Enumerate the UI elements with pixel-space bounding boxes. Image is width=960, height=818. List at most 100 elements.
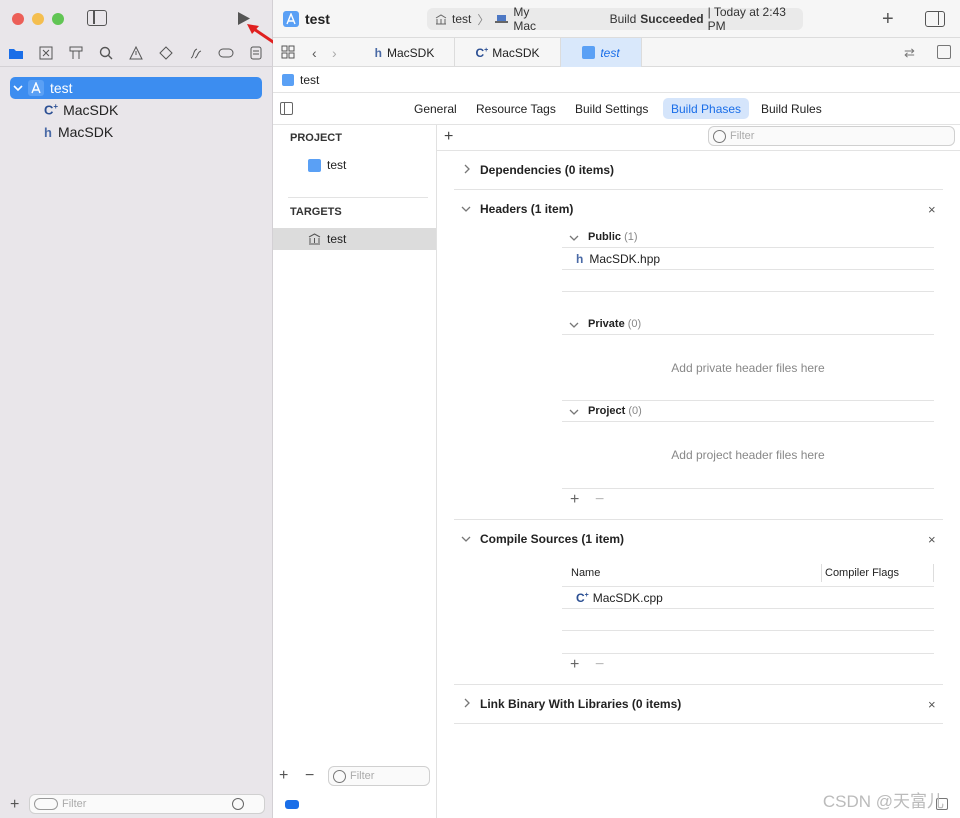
- grid-icon[interactable]: [281, 45, 295, 59]
- close-icon[interactable]: ×: [928, 697, 936, 712]
- split-editor-icon[interactable]: [937, 45, 951, 59]
- recent-files-clock-icon[interactable]: [232, 798, 244, 810]
- tab-build-rules[interactable]: Build Rules: [753, 98, 830, 119]
- add-source-button[interactable]: +: [570, 656, 579, 674]
- remove-source-button[interactable]: −: [595, 656, 604, 674]
- remove-target-button[interactable]: −: [305, 767, 314, 785]
- build-status-prefix: Build: [609, 12, 637, 26]
- tree-item-project-test[interactable]: test: [12, 77, 73, 99]
- cpp-file-icon: C+: [44, 102, 59, 118]
- dependencies-phase-title[interactable]: Dependencies (0 items): [480, 163, 614, 177]
- chevron-down-icon[interactable]: [461, 204, 471, 214]
- warning-icon[interactable]: [127, 44, 145, 62]
- show-project-list-icon[interactable]: [280, 102, 293, 115]
- add-library-button[interactable]: +: [882, 8, 894, 31]
- test-navigator-icon[interactable]: [157, 44, 175, 62]
- divider: [562, 334, 934, 335]
- tab-general[interactable]: General: [406, 98, 465, 119]
- chevron-right-icon[interactable]: [462, 698, 472, 708]
- inspector-toggle-icon[interactable]: [925, 11, 945, 27]
- scheme-status-bar[interactable]: test 〉 My Mac Build Succeeded | Today at…: [427, 5, 803, 33]
- project-navigator-folder-icon[interactable]: [7, 44, 25, 62]
- headers-phase-title[interactable]: Headers (1 item): [480, 202, 573, 216]
- sidebar-toggle-icon[interactable]: [87, 10, 107, 26]
- status-indicator-icon: [285, 800, 299, 809]
- tab-resource-tags[interactable]: Resource Tags: [468, 98, 564, 119]
- chevron-down-icon[interactable]: [461, 534, 471, 544]
- tree-item-label: MacSDK: [63, 102, 119, 118]
- minimize-window-button[interactable]: [32, 13, 44, 25]
- tab-build-settings[interactable]: Build Settings: [567, 98, 656, 119]
- close-icon[interactable]: ×: [928, 532, 936, 547]
- scheme-device[interactable]: My Mac: [513, 5, 553, 33]
- symbol-navigator-icon[interactable]: [67, 44, 85, 62]
- close-icon[interactable]: ×: [928, 202, 936, 217]
- project-label: Project: [588, 405, 626, 417]
- private-headers-hint: Add private header files here: [671, 361, 825, 375]
- divider: [562, 269, 934, 270]
- tab-build-phases[interactable]: Build Phases: [663, 98, 750, 119]
- debug-navigator-icon[interactable]: [187, 44, 205, 62]
- filter-options-icon[interactable]: [34, 798, 58, 810]
- public-label: Public: [588, 231, 622, 243]
- private-count: (0): [627, 318, 642, 330]
- divider: [562, 653, 934, 654]
- target-row-selected[interactable]: [273, 228, 436, 250]
- back-arrow-icon[interactable]: ‹: [312, 45, 317, 61]
- project-item-test[interactable]: test: [308, 158, 346, 172]
- file-name: MacSDK.hpp: [589, 252, 661, 266]
- breadcrumb: test: [273, 67, 960, 93]
- tab-test-project[interactable]: test: [561, 38, 642, 67]
- watermark: CSDN @天富儿: [822, 792, 944, 811]
- divider: [288, 197, 428, 198]
- target-building-icon: [435, 13, 447, 25]
- add-build-phase-button[interactable]: +: [444, 128, 453, 146]
- column-header-name[interactable]: Name: [571, 567, 600, 579]
- chevron-down-icon[interactable]: [569, 407, 579, 417]
- phase-filter-field[interactable]: Filter: [708, 126, 955, 146]
- target-item-test[interactable]: test: [308, 232, 346, 246]
- add-target-button[interactable]: +: [279, 767, 288, 785]
- tab-macsdk-cpp[interactable]: C+ MacSDK: [455, 38, 561, 67]
- navigator-filter-field[interactable]: Filter: [29, 794, 265, 814]
- tab-macsdk-header[interactable]: h MacSDK: [355, 38, 455, 67]
- close-window-button[interactable]: [12, 13, 24, 25]
- compile-sources-phase-title[interactable]: Compile Sources (1 item): [480, 532, 624, 546]
- scheme-project[interactable]: test: [452, 12, 471, 26]
- tree-item-label: MacSDK: [57, 124, 114, 140]
- swap-arrows-icon[interactable]: ⇄: [904, 45, 915, 61]
- compile-source-file-row[interactable]: C+ MacSDK.cpp: [576, 591, 663, 605]
- targets-section-header: TARGETS: [290, 206, 342, 218]
- chevron-right-icon[interactable]: [462, 164, 472, 174]
- source-control-icon[interactable]: [37, 44, 55, 62]
- remove-header-button[interactable]: −: [595, 491, 604, 509]
- search-icon[interactable]: [97, 44, 115, 62]
- navigator-sidebar: [0, 0, 273, 818]
- public-header-file-row[interactable]: h MacSDK.hpp: [576, 252, 660, 266]
- column-divider: [933, 564, 934, 582]
- tree-item-cpp-file[interactable]: C+ MacSDK: [44, 99, 118, 121]
- project-headers-group[interactable]: Project (0): [588, 405, 642, 417]
- link-binary-phase-title[interactable]: Link Binary With Libraries (0 items): [480, 697, 681, 711]
- report-navigator-icon[interactable]: [247, 44, 265, 62]
- divider: [562, 291, 934, 292]
- chevron-down-icon[interactable]: [569, 320, 579, 330]
- project-item-label: test: [327, 158, 347, 172]
- xcode-project-icon: [282, 73, 294, 86]
- tree-item-header-file[interactable]: h MacSDK: [44, 121, 113, 143]
- target-filter-field[interactable]: Filter: [328, 766, 430, 786]
- chevron-down-icon[interactable]: [569, 233, 579, 243]
- column-header-compiler-flags[interactable]: Compiler Flags: [825, 567, 899, 579]
- private-headers-group[interactable]: Private (0): [588, 318, 641, 330]
- forward-arrow-icon[interactable]: ›: [332, 45, 337, 61]
- column-divider: [821, 564, 822, 582]
- breadcrumb-item[interactable]: test: [300, 73, 319, 87]
- zoom-window-button[interactable]: [52, 13, 64, 25]
- breakpoint-navigator-icon[interactable]: [217, 44, 235, 62]
- divider: [562, 400, 934, 401]
- add-file-button[interactable]: +: [10, 796, 19, 814]
- disclosure-chevron-icon: [13, 85, 23, 92]
- xcode-project-icon: [582, 46, 596, 59]
- add-header-button[interactable]: +: [570, 491, 579, 509]
- public-headers-group[interactable]: Public (1): [588, 231, 638, 243]
